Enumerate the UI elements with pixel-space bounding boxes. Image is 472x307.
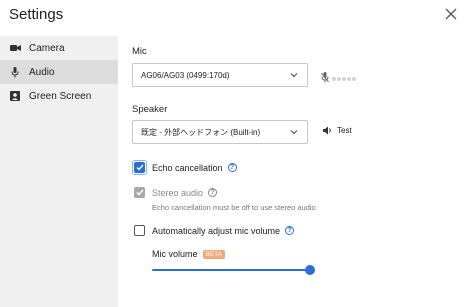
- mic-select[interactable]: AG06/AG03 (0499:170d): [132, 63, 308, 87]
- sidebar-item-label: Camera: [29, 42, 65, 54]
- sidebar-item-camera[interactable]: Camera: [0, 36, 118, 60]
- help-icon[interactable]: ?: [285, 226, 295, 235]
- mic-muted-icon: [321, 70, 329, 88]
- speaker-select-value: 既定 - 外部ヘッドフォン (Built-in): [141, 127, 261, 137]
- auto-adjust-checkbox[interactable]: [134, 225, 145, 236]
- mic-label: Mic: [132, 46, 147, 57]
- chevron-down-icon: [290, 71, 298, 80]
- auto-adjust-label: Automatically adjust mic volume: [152, 225, 281, 236]
- audio-settings-panel: Mic AG06/AG03 (0499:170d) Speaker 既定 - 外…: [118, 32, 472, 307]
- help-icon[interactable]: ?: [208, 188, 218, 197]
- chevron-down-icon: [290, 128, 298, 137]
- sidebar-item-label: Green Screen: [29, 90, 92, 102]
- echo-cancellation-label: Echo cancellation: [152, 162, 223, 173]
- sidebar-item-label: Audio: [29, 66, 55, 78]
- mic-volume-header: Mic volume BETA: [152, 249, 226, 259]
- echo-cancellation-option[interactable]: Echo cancellation ?: [134, 162, 237, 173]
- mic-icon: [9, 66, 21, 78]
- mic-select-value: AG06/AG03 (0499:170d): [141, 70, 230, 80]
- mic-volume-label: Mic volume: [152, 249, 198, 259]
- level-dots: [332, 77, 357, 81]
- beta-badge: BETA: [202, 249, 226, 259]
- echo-cancellation-checkbox[interactable]: [134, 162, 145, 173]
- title-bar: Settings: [0, 0, 472, 32]
- person-icon: [9, 90, 21, 102]
- speaker-select[interactable]: 既定 - 外部ヘッドフォン (Built-in): [132, 120, 308, 144]
- sidebar: Camera Audio Green Screen: [0, 36, 118, 307]
- mic-level-indicator: [321, 70, 357, 88]
- speaker-test-button[interactable]: Test: [323, 126, 352, 135]
- speaker-icon: [323, 126, 333, 135]
- mic-volume-slider[interactable]: [152, 269, 310, 271]
- stereo-audio-label: Stereo audio: [152, 187, 204, 198]
- close-icon[interactable]: [445, 8, 459, 22]
- stereo-audio-checkbox: [134, 187, 145, 198]
- window-title: Settings: [9, 6, 64, 23]
- auto-adjust-option[interactable]: Automatically adjust mic volume ?: [134, 225, 295, 236]
- sidebar-item-audio[interactable]: Audio: [0, 60, 118, 84]
- help-icon[interactable]: ?: [227, 163, 237, 172]
- stereo-audio-hint: Echo cancellation must be off to use ste…: [152, 203, 316, 212]
- sidebar-item-green-screen[interactable]: Green Screen: [0, 84, 118, 108]
- speaker-label: Speaker: [132, 104, 168, 115]
- camera-icon: [9, 42, 21, 54]
- stereo-audio-option: Stereo audio ?: [134, 187, 218, 198]
- test-label: Test: [337, 126, 352, 135]
- mic-volume-slider-thumb[interactable]: [305, 265, 315, 275]
